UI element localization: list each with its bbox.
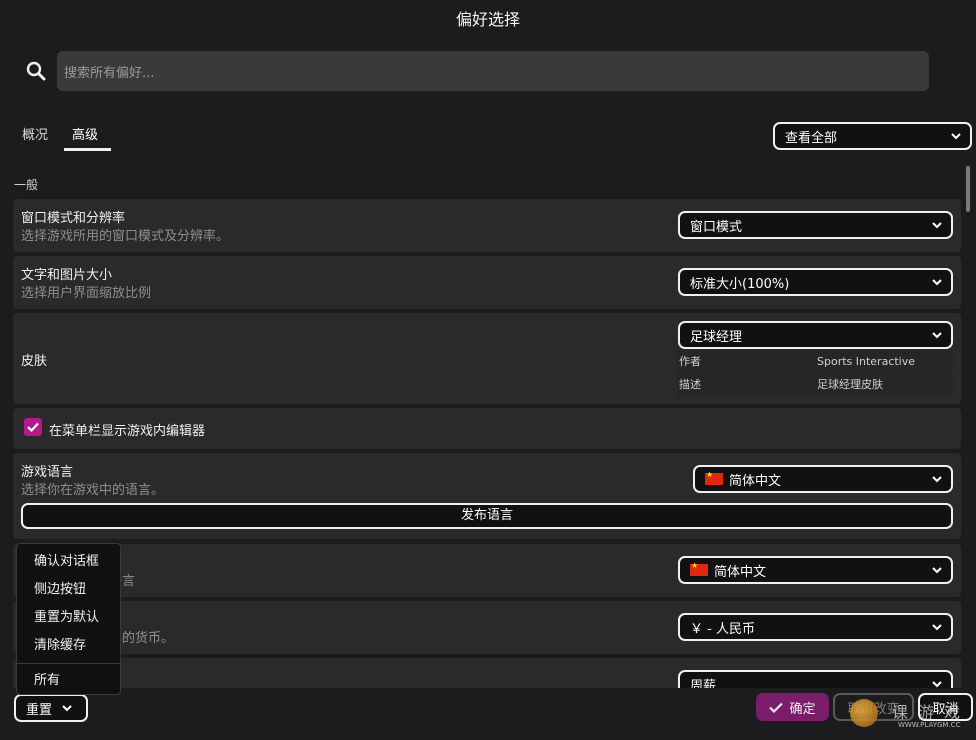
tab-overview[interactable]: 概况	[22, 124, 48, 143]
game-language-row: 游戏语言 选择你在游戏中的语言。 简体中文 发布语言	[13, 453, 961, 539]
publish-language-button[interactable]: 发布语言	[21, 503, 953, 529]
chevron-down-icon	[62, 705, 72, 712]
language2-value: 简体中文	[714, 564, 767, 580]
window-title: 偏好选择	[455, 10, 520, 29]
skin-row: 皮肤 足球经理 作者 Sports Interactive 描述 足球经理皮肤	[13, 313, 961, 404]
chevron-down-icon	[932, 332, 942, 339]
menu-item-clear-cache[interactable]: 清除缓存	[17, 632, 120, 660]
menu-item-confirm-dialogs[interactable]: 确认对话框	[17, 548, 120, 576]
check-icon	[769, 702, 784, 713]
menu-item-reset-default[interactable]: 重置为默认	[17, 604, 120, 632]
game-language-select[interactable]: 简体中文	[693, 465, 953, 493]
skin-title: 皮肤	[21, 354, 48, 369]
menu-divider	[17, 663, 120, 664]
chevron-down-icon	[932, 279, 942, 286]
menu-item-all[interactable]: 所有	[17, 667, 120, 695]
tab-advanced[interactable]: 高级	[72, 124, 98, 143]
skin-desc-label: 描述	[679, 378, 701, 391]
chevron-down-icon	[932, 567, 942, 574]
game-language-title: 游戏语言	[21, 465, 74, 480]
currency-value: ￥ - 人民币	[690, 621, 755, 637]
view-filter-select[interactable]: 查看全部	[773, 122, 972, 150]
menu-item-side-buttons[interactable]: 侧边按钮	[17, 576, 120, 604]
text-size-desc: 选择用户界面缩放比例	[21, 286, 152, 301]
window-mode-select[interactable]: 窗口模式	[678, 211, 953, 239]
in-game-editor-checkbox[interactable]	[24, 418, 42, 436]
check-icon	[27, 422, 39, 432]
skin-author-row: 作者 Sports Interactive	[677, 351, 953, 373]
language2-row: 语言 简体中文	[13, 544, 961, 597]
chevron-down-icon	[932, 624, 942, 631]
window-mode-desc: 选择游戏所用的窗口模式及分辨率。	[21, 229, 230, 244]
chevron-down-icon	[932, 476, 942, 483]
ok-button[interactable]: 确定	[756, 693, 829, 721]
game-language-desc: 选择你在游戏中的语言。	[21, 483, 165, 498]
text-size-row: 文字和图片大小 选择用户界面缩放比例 标准大小(100%)	[13, 256, 961, 309]
footer-bar	[0, 688, 976, 740]
skin-value: 足球经理	[690, 329, 743, 345]
china-flag-icon	[690, 561, 708, 576]
reset-button[interactable]: 重置	[14, 694, 88, 722]
cancel-button[interactable]: 取消	[918, 693, 973, 721]
reset-menu: 确认对话框 侧边按钮 重置为默认 清除缓存 所有	[16, 543, 121, 695]
ok-label: 确定	[789, 701, 816, 717]
skin-author-label: 作者	[679, 355, 701, 368]
chevron-down-icon	[932, 222, 942, 229]
skin-desc-row: 描述 足球经理皮肤	[677, 374, 953, 396]
scrollbar[interactable]	[966, 166, 970, 212]
in-game-editor-label: 在菜单栏显示游戏内编辑器	[49, 424, 206, 439]
skin-select[interactable]: 足球经理	[678, 321, 953, 349]
search-icon	[26, 61, 46, 81]
text-size-value: 标准大小(100%)	[690, 276, 790, 292]
in-game-editor-row[interactable]: 在菜单栏显示游戏内编辑器	[13, 408, 961, 449]
chevron-down-icon	[951, 133, 961, 140]
window-mode-row: 窗口模式和分辨率 选择游戏所用的窗口模式及分辨率。 窗口模式	[13, 199, 961, 252]
china-flag-icon	[705, 470, 723, 485]
currency-select[interactable]: ￥ - 人民币	[678, 613, 953, 641]
language2-select[interactable]: 简体中文	[678, 556, 953, 584]
window-mode-title: 窗口模式和分辨率	[21, 211, 126, 226]
text-size-select[interactable]: 标准大小(100%)	[678, 268, 953, 296]
search-input[interactable]: 搜索所有偏好...	[57, 51, 929, 91]
section-title: 一般	[14, 178, 39, 192]
reset-label: 重置	[26, 702, 53, 718]
text-size-title: 文字和图片大小	[21, 268, 113, 283]
discard-changes-button[interactable]: 取消改变	[833, 693, 914, 721]
chevron-down-icon	[932, 681, 942, 688]
view-filter-value: 查看全部	[785, 130, 838, 146]
skin-author-value: Sports Interactive	[817, 355, 916, 368]
skin-desc-value: 足球经理皮肤	[817, 378, 883, 391]
active-tab-indicator	[64, 148, 111, 151]
game-language-value: 简体中文	[729, 473, 782, 489]
window-mode-value: 窗口模式	[690, 219, 743, 235]
search-placeholder: 搜索所有偏好...	[64, 65, 155, 81]
currency-row: 用的货币。 ￥ - 人民币	[13, 601, 961, 654]
